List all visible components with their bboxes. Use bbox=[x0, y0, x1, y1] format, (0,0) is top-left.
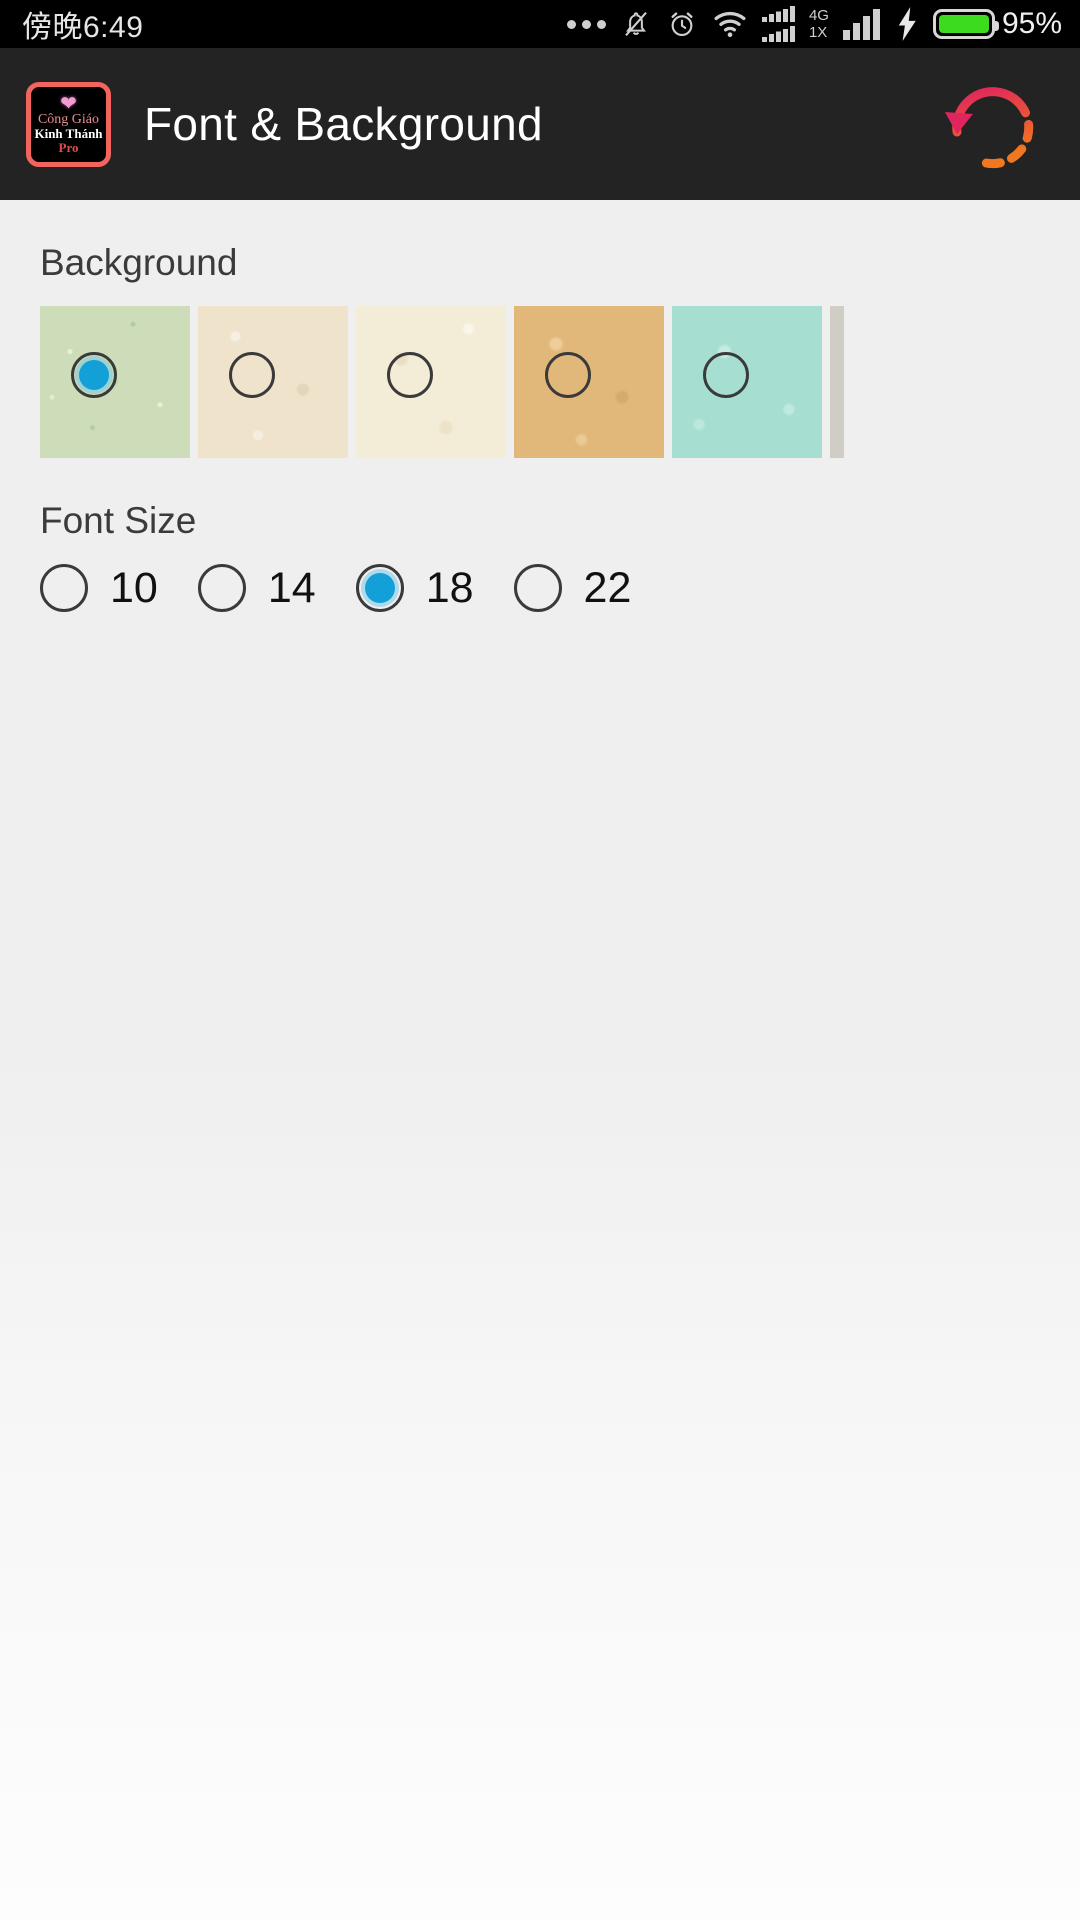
font-size-option-14[interactable]: 14 bbox=[197, 563, 356, 612]
app-bar: ❤ Công Giáo Kinh Thánh Pro Font & Backgr… bbox=[0, 48, 1080, 200]
settings-content: Background Font Size 10 14 18 22 bbox=[0, 242, 1080, 612]
charging-bolt-icon bbox=[898, 7, 916, 41]
page-title: Font & Background bbox=[144, 98, 543, 150]
wifi-icon bbox=[714, 11, 746, 38]
alarm-clock-icon bbox=[671, 12, 693, 36]
font-size-radio-selected[interactable] bbox=[355, 564, 404, 612]
status-bar-clock: 傍晚6:49 bbox=[22, 11, 144, 44]
background-option-mint-texture[interactable] bbox=[672, 306, 822, 458]
font-size-label: 18 bbox=[425, 563, 474, 612]
sim1-network-label: 4G bbox=[808, 7, 829, 24]
status-bar: 傍晚6:49 4G 1X 95% bbox=[0, 0, 1080, 48]
background-radio[interactable] bbox=[545, 352, 591, 398]
battery-indicator: 95% bbox=[932, 7, 1062, 41]
more-dots-icon bbox=[566, 19, 606, 29]
font-size-radio[interactable] bbox=[513, 564, 562, 612]
app-logo-line1: Công Giáo bbox=[37, 112, 100, 127]
font-size-option-22[interactable]: 22 bbox=[513, 563, 632, 612]
font-size-label: 10 bbox=[110, 563, 158, 612]
background-option-cream-texture[interactable] bbox=[198, 306, 348, 458]
background-radio[interactable] bbox=[229, 352, 275, 398]
background-section-label: Background bbox=[40, 242, 238, 283]
status-bar-icons: 4G 1X 95% bbox=[566, 5, 1062, 43]
app-logo[interactable]: ❤ Công Giáo Kinh Thánh Pro bbox=[26, 81, 111, 167]
font-size-option-10[interactable]: 10 bbox=[40, 564, 198, 612]
signal-icon bbox=[842, 9, 880, 40]
bell-muted-icon bbox=[625, 11, 647, 37]
background-option-green-texture[interactable] bbox=[40, 306, 190, 458]
background-option-tan-texture[interactable] bbox=[514, 306, 664, 458]
font-size-label: 14 bbox=[267, 563, 316, 612]
reset-button[interactable] bbox=[932, 69, 1052, 179]
font-size-radio[interactable] bbox=[40, 564, 88, 612]
background-radio[interactable] bbox=[387, 352, 433, 398]
signal-dual-icon: 4G 1X bbox=[761, 5, 829, 43]
font-size-radio[interactable] bbox=[197, 564, 246, 612]
background-radio[interactable] bbox=[703, 352, 749, 398]
app-logo-line3: Pro bbox=[58, 140, 79, 155]
background-thumbnail-list[interactable] bbox=[40, 306, 1080, 458]
background-option-grey-texture[interactable] bbox=[830, 306, 844, 458]
background-radio-selected[interactable] bbox=[71, 352, 117, 398]
battery-percent-label: 95% bbox=[1001, 7, 1062, 40]
refresh-circular-arrow-icon bbox=[945, 87, 1034, 169]
battery-icon bbox=[932, 9, 999, 39]
font-size-section-label: Font Size bbox=[40, 500, 197, 541]
app-screen: 傍晚6:49 4G 1X 95% ❤ Công Giáo Kinh Thánh … bbox=[0, 0, 1080, 1920]
app-logo-line2: Kinh Thánh bbox=[34, 126, 103, 141]
font-size-radio-group[interactable]: 10 14 18 22 bbox=[40, 564, 1080, 612]
background-option-light-cream-texture[interactable] bbox=[356, 306, 506, 458]
heart-icon: ❤ bbox=[60, 93, 77, 115]
font-size-label: 22 bbox=[583, 563, 632, 612]
font-size-option-18[interactable]: 18 bbox=[355, 563, 514, 612]
sim2-network-label: 1X bbox=[808, 24, 828, 41]
